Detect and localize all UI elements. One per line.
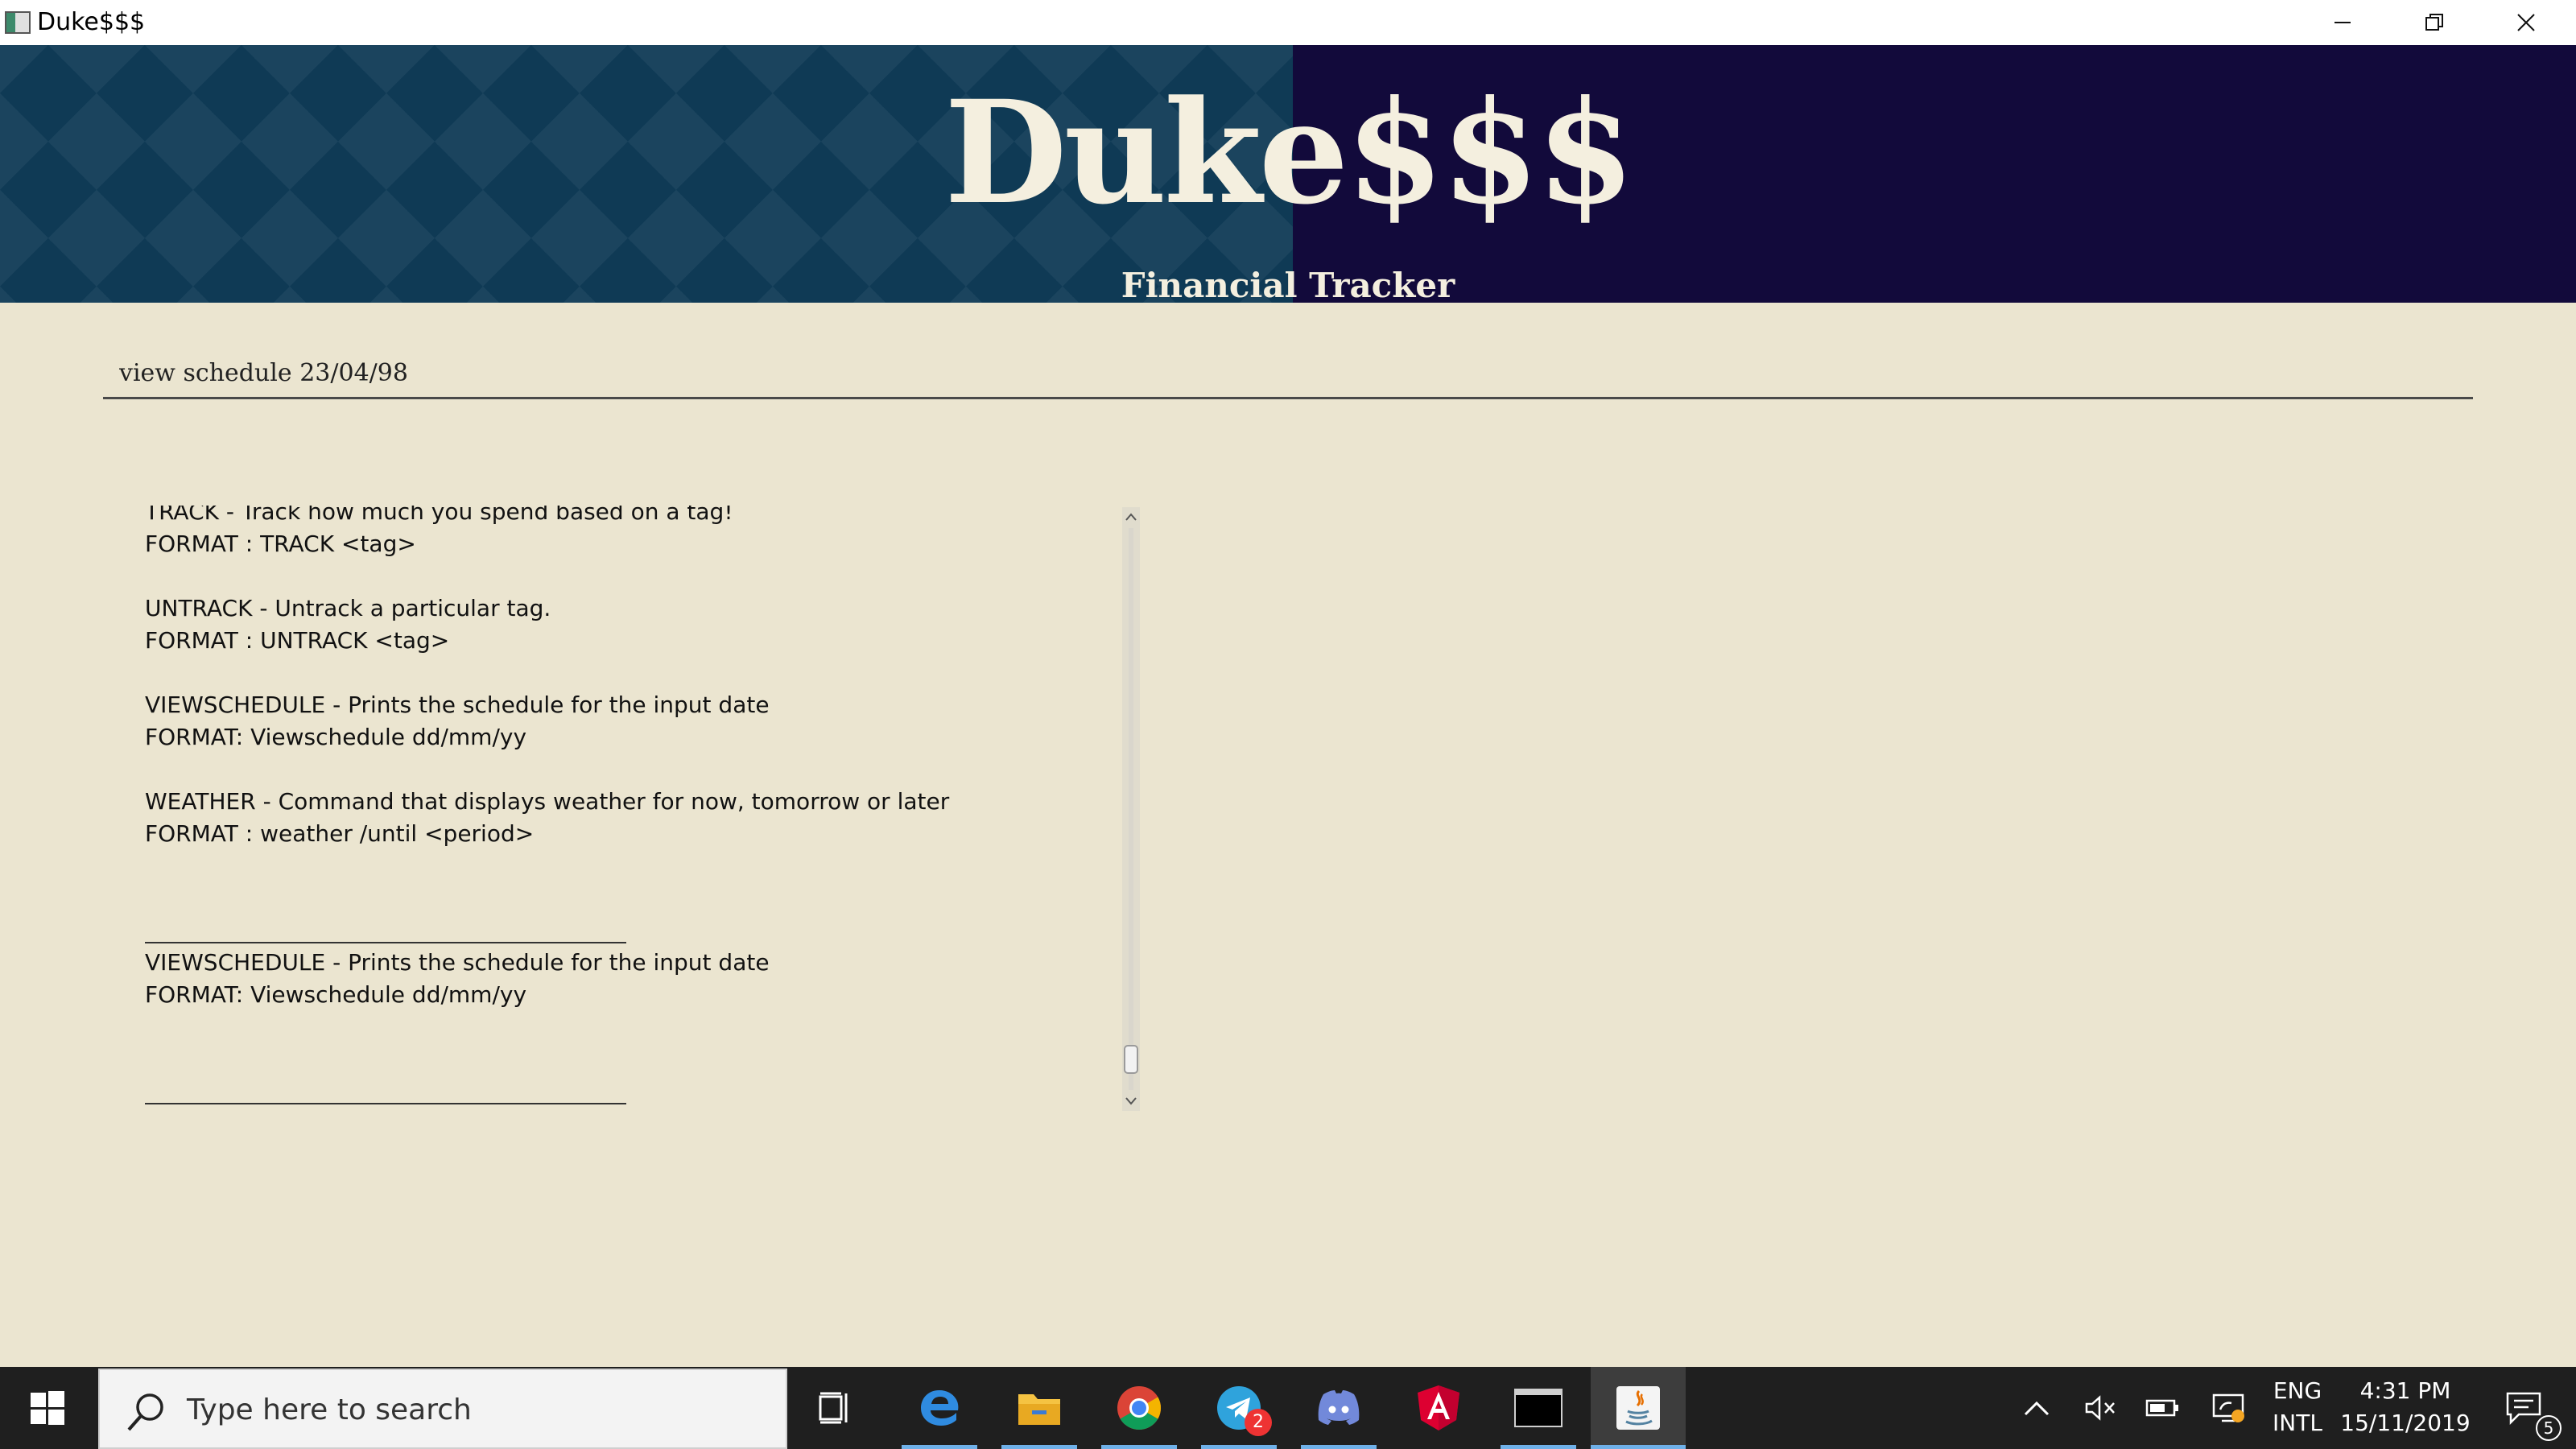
taskbar-discord[interactable] xyxy=(1291,1367,1386,1449)
running-indicator xyxy=(1201,1445,1277,1449)
output-separator xyxy=(145,914,1119,947)
taskbar-chrome[interactable] xyxy=(1092,1367,1187,1449)
app-icon xyxy=(5,11,31,34)
taskbar-file-explorer[interactable] xyxy=(992,1367,1087,1449)
header-banner: Duke$$$ Financial Tracker xyxy=(0,45,2576,303)
running-indicator xyxy=(902,1445,977,1449)
output-scrollbar[interactable] xyxy=(1122,507,1140,1111)
output-lines: TRACK - Track how much you spend based o… xyxy=(145,506,1119,1108)
output-line: TRACK - Track how much you spend based o… xyxy=(145,506,733,525)
output-line: FORMAT: Viewschedule dd/mm/yy xyxy=(145,724,527,750)
notification-count-badge: 5 xyxy=(2536,1415,2562,1441)
edge-icon xyxy=(921,1390,959,1426)
separator-line xyxy=(145,1103,626,1104)
angular-icon xyxy=(1418,1385,1459,1430)
output-blank-line xyxy=(145,850,1119,882)
running-indicator xyxy=(1101,1445,1177,1449)
output-line: UNTRACK - Untrack a particular tag. xyxy=(145,595,551,621)
task-view-icon xyxy=(819,1392,848,1424)
folder-icon xyxy=(1018,1394,1060,1425)
close-icon xyxy=(2517,14,2535,31)
language-code: ENG xyxy=(2273,1377,2322,1404)
output-blank-line xyxy=(145,753,1119,786)
taskbar-terminal[interactable] xyxy=(1491,1367,1586,1449)
network-icon xyxy=(2212,1393,2244,1422)
java-icon xyxy=(1616,1386,1660,1430)
running-indicator xyxy=(1591,1445,1686,1449)
output-blank-line xyxy=(145,882,1119,914)
start-button[interactable] xyxy=(0,1367,95,1449)
app-brand-title: Duke$$$ xyxy=(944,69,1635,236)
clock-date: 15/11/2019 xyxy=(2340,1410,2471,1436)
output-line: FORMAT: Viewschedule dd/mm/yy xyxy=(145,981,527,1008)
output-line: VIEWSCHEDULE - Prints the schedule for t… xyxy=(145,949,770,976)
output-blank-line xyxy=(145,657,1119,689)
window-title: Duke$$$ xyxy=(37,8,146,36)
keyboard-layout: INTL xyxy=(2273,1410,2322,1436)
action-center-button[interactable]: 5 xyxy=(2479,1367,2568,1449)
app-subtitle: Financial Tracker xyxy=(1121,266,1455,303)
output-line: FORMAT : weather /until <period> xyxy=(145,820,535,847)
search-placeholder: Type here to search xyxy=(187,1393,472,1426)
scroll-track[interactable] xyxy=(1129,528,1133,1090)
running-indicator xyxy=(1501,1445,1576,1449)
taskbar: Type here to search 2 ENG INTL 4:31 PM 1… xyxy=(0,1367,2576,1449)
close-button[interactable] xyxy=(2479,0,2573,45)
scroll-thumb[interactable] xyxy=(1124,1045,1138,1075)
chrome-icon xyxy=(1117,1386,1162,1430)
running-indicator xyxy=(1301,1445,1377,1449)
output-panel[interactable]: TRACK - Track how much you spend based o… xyxy=(145,506,1119,1111)
minimize-icon xyxy=(2334,22,2351,23)
command-input[interactable] xyxy=(103,349,2473,399)
volume-button[interactable] xyxy=(2077,1367,2125,1449)
clock[interactable]: 4:31 PM 15/11/2019 xyxy=(2339,1375,2471,1439)
input-language-button[interactable]: ENG INTL xyxy=(2259,1375,2336,1439)
taskbar-edge[interactable] xyxy=(892,1367,987,1449)
terminal-icon xyxy=(1514,1389,1563,1427)
taskbar-java[interactable] xyxy=(1591,1367,1686,1449)
output-line: WEATHER - Command that displays weather … xyxy=(145,788,950,815)
output-blank-line xyxy=(145,1043,1119,1075)
discord-icon xyxy=(1318,1390,1360,1425)
battery-button[interactable] xyxy=(2138,1367,2186,1449)
battery-icon xyxy=(2145,1399,2178,1417)
taskbar-search-box[interactable]: Type here to search xyxy=(98,1368,787,1449)
show-hidden-icons-button[interactable] xyxy=(2013,1367,2061,1449)
clock-time: 4:31 PM xyxy=(2359,1377,2451,1404)
scroll-up-button[interactable] xyxy=(1122,507,1140,526)
output-blank-line xyxy=(145,1011,1119,1043)
taskbar-task-view[interactable] xyxy=(789,1367,884,1449)
taskbar-angular[interactable] xyxy=(1391,1367,1486,1449)
output-separator xyxy=(145,1075,1119,1108)
output-line: FORMAT : UNTRACK <tag> xyxy=(145,627,450,654)
output-line: VIEWSCHEDULE - Prints the schedule for t… xyxy=(145,691,770,718)
running-indicator xyxy=(1001,1445,1077,1449)
search-icon xyxy=(127,1393,163,1431)
taskbar-telegram[interactable]: 2 xyxy=(1191,1367,1286,1449)
chevron-up-icon xyxy=(2024,1401,2050,1416)
chevron-down-icon xyxy=(1125,1097,1137,1105)
separator-line xyxy=(145,942,626,943)
scroll-down-button[interactable] xyxy=(1122,1092,1140,1111)
output-blank-line xyxy=(145,560,1119,592)
volume-muted-icon xyxy=(2085,1395,2115,1421)
network-button[interactable] xyxy=(2202,1367,2254,1449)
minimize-button[interactable] xyxy=(2296,0,2389,45)
windows-logo-icon xyxy=(31,1391,64,1425)
restore-icon xyxy=(2425,14,2443,31)
restore-button[interactable] xyxy=(2388,0,2481,45)
title-bar: Duke$$$ xyxy=(0,0,2576,45)
telegram-badge: 2 xyxy=(1245,1409,1272,1436)
chevron-up-icon xyxy=(1125,513,1137,521)
output-line: FORMAT : TRACK <tag> xyxy=(145,530,416,557)
